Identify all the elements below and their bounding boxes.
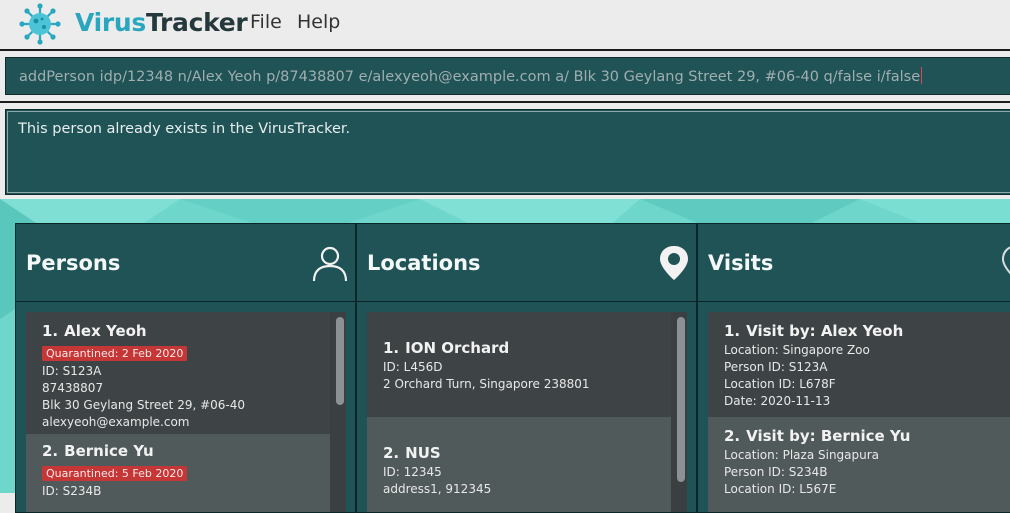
location-id: ID: 12345: [383, 465, 442, 479]
visit-location-id: Location ID: L567E: [724, 482, 837, 496]
visit-title-text: Visit by: Alex Yeoh: [746, 322, 904, 340]
result-message: This person already exists in the VirusT…: [18, 121, 351, 137]
list-item[interactable]: 1. Visit by: Alex Yeoh Location: Singapor…: [708, 312, 1010, 417]
menu-help[interactable]: Help: [297, 11, 340, 33]
persons-list[interactable]: 1. Alex Yeoh Quarantined: 2 Feb 2020 ID: …: [26, 312, 346, 512]
location-name: 1. ION Orchard: [383, 339, 671, 357]
brand-virus: Virus: [75, 8, 146, 37]
person-index: 1.: [42, 322, 59, 340]
person-name-text: Bernice Yu: [64, 442, 154, 460]
persons-panel-title: Persons: [26, 251, 121, 275]
result-display: This person already exists in the VirusT…: [5, 109, 1010, 195]
visit-index: 1.: [724, 322, 741, 340]
visit-location-id: Location ID: L678F: [724, 377, 836, 391]
persons-panel-header: Persons: [16, 224, 355, 302]
person-name: 1. Alex Yeoh: [42, 322, 330, 340]
divider: [0, 101, 1010, 103]
location-name-text: NUS: [405, 444, 441, 462]
map-pin-icon: [660, 246, 688, 280]
person-name-text: Alex Yeoh: [64, 322, 147, 340]
command-value: addPerson idp/12348 n/Alex Yeoh p/874388…: [19, 69, 921, 85]
list-item[interactable]: 2. NUS ID: 12345 address1, 912345: [367, 417, 671, 512]
list-item[interactable]: 1. Alex Yeoh Quarantined: 2 Feb 2020 ID: …: [26, 312, 330, 434]
locations-panel-title: Locations: [367, 251, 481, 275]
visit-title-text: Visit by: Bernice Yu: [746, 427, 911, 445]
list-item[interactable]: 2. Visit by: Bernice Yu Location: Plaza S…: [708, 417, 1010, 512]
visits-panel-title: Visits: [708, 251, 774, 275]
visit-index: 2.: [724, 427, 741, 445]
quarantine-badge: Quarantined: 2 Feb 2020: [42, 346, 188, 361]
location-address: 2 Orchard Turn, Singapore 238801: [383, 377, 590, 391]
command-input-text: addPerson idp/12348 n/Alex Yeoh p/874388…: [19, 67, 923, 85]
locations-scrollbar[interactable]: [677, 317, 685, 482]
locations-panel-header: Locations: [357, 224, 696, 302]
locations-list[interactable]: 1. ION Orchard ID: L456D 2 Orchard Turn, …: [367, 312, 687, 512]
visits-panel: Visits 1. Visit by: Alex Yeoh Location: S…: [697, 223, 1010, 513]
visit-title: 1. Visit by: Alex Yeoh: [724, 322, 1010, 340]
visit-title: 2. Visit by: Bernice Yu: [724, 427, 1010, 445]
persons-panel: Persons 1. Alex Yeoh Quarantined: 2 Feb 2…: [15, 223, 356, 513]
location-id: ID: L456D: [383, 360, 443, 374]
map-pin-icon: [1001, 246, 1010, 275]
quarantine-badge: Quarantined: 5 Feb 2020: [42, 466, 188, 481]
list-item[interactable]: 1. ION Orchard ID: L456D 2 Orchard Turn, …: [367, 312, 671, 417]
person-icon: [312, 246, 348, 282]
virus-logo-icon: [19, 3, 61, 45]
person-name: 2. Bernice Yu: [42, 442, 330, 460]
locations-panel: Locations 1. ION Orchard ID: L456D 2 Orch…: [356, 223, 697, 513]
brand-tracker: Tracker: [146, 8, 248, 37]
visit-location: Location: Plaza Singapura: [724, 448, 880, 462]
text-caret: [921, 67, 923, 84]
persons-scrollbar[interactable]: [336, 317, 344, 405]
person-id: ID: S123A: [42, 364, 102, 378]
person-id: ID: S234B: [42, 484, 102, 498]
location-name-text: ION Orchard: [405, 339, 510, 357]
location-address: address1, 912345: [383, 482, 492, 496]
visit-location: Location: Singapore Zoo: [724, 343, 870, 357]
command-input[interactable]: addPerson idp/12348 n/Alex Yeoh p/874388…: [5, 57, 1010, 95]
visits-panel-header: Visits: [698, 224, 1010, 302]
person-address: Blk 30 Geylang Street 29, #06-40: [42, 398, 246, 412]
list-item[interactable]: 2. Bernice Yu Quarantined: 5 Feb 2020 ID:…: [26, 434, 330, 512]
visit-person-id: Person ID: S234B: [724, 465, 828, 479]
menu-bar: VirusTracker File Help: [0, 0, 1010, 48]
location-name: 2. NUS: [383, 444, 671, 462]
location-index: 2.: [383, 444, 400, 462]
menu-file[interactable]: File: [250, 11, 282, 33]
divider: [0, 49, 1010, 51]
person-index: 2.: [42, 442, 59, 460]
visit-date: Date: 2020-11-13: [724, 394, 831, 408]
app-brand: VirusTracker: [75, 8, 248, 37]
visit-person-id: Person ID: S123A: [724, 360, 828, 374]
location-index: 1.: [383, 339, 400, 357]
visits-list[interactable]: 1. Visit by: Alex Yeoh Location: Singapor…: [708, 312, 1010, 512]
person-email: alexyeoh@example.com: [42, 415, 190, 429]
person-phone: 87438807: [42, 381, 104, 395]
